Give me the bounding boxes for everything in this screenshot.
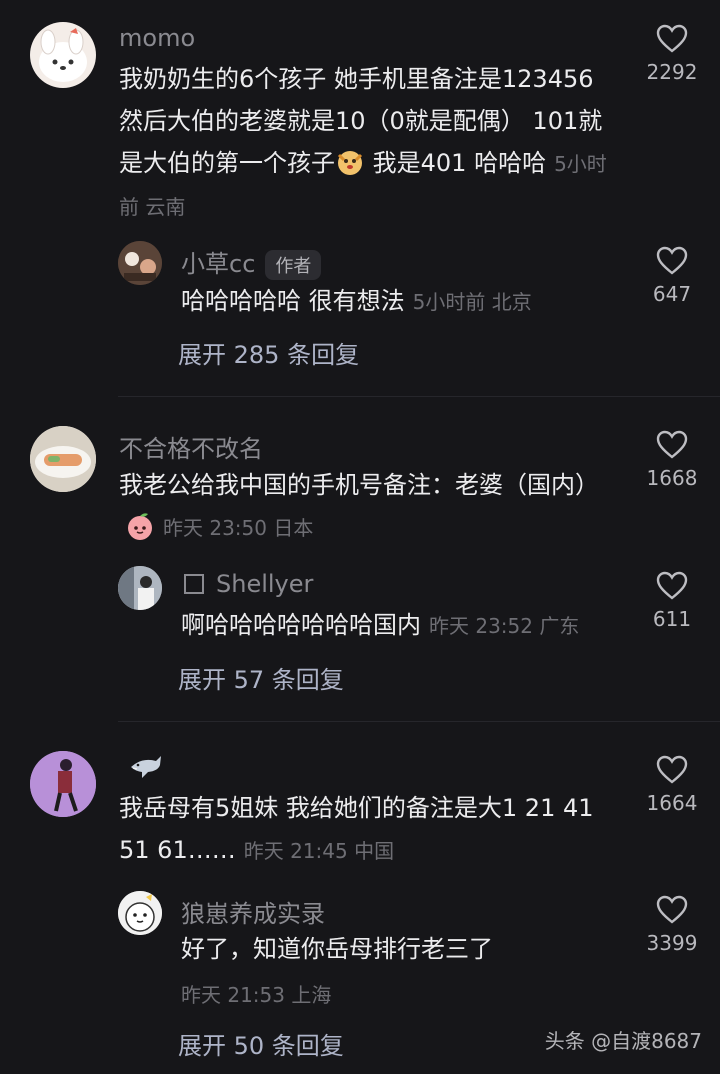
checkbox-icon	[184, 574, 204, 594]
reply-text: 啊哈哈哈哈哈哈哈国内 昨天 23:52 广东	[181, 604, 626, 647]
reply-avatar[interactable]	[118, 241, 162, 285]
comment-body-end: 我是401 哈哈哈	[365, 149, 547, 177]
like-button[interactable]: 1664	[632, 755, 712, 815]
like-count: 1664	[646, 791, 698, 815]
shark-icon	[131, 756, 161, 778]
reply-avatar[interactable]	[118, 566, 162, 610]
reply-body: 好了，知道你岳母排行老三了	[181, 935, 493, 963]
avatar[interactable]	[30, 426, 96, 492]
comment-text: 我老公给我中国的手机号备注：老婆（国内） 昨天 23:50 日本	[119, 464, 609, 549]
comment-item: momo 我奶奶生的6个孩子 她手机里备注是123456 然后大伯的老婆就是10…	[0, 0, 720, 395]
reply-body: 哈哈哈哈哈 很有想法	[181, 287, 405, 315]
heart-icon	[656, 246, 688, 275]
comment-item: 不合格不改名 我老公给我中国的手机号备注：老婆（国内） 昨天 23:50 日本 1…	[0, 396, 720, 720]
reply-like-button[interactable]: 611	[632, 571, 712, 631]
reply-like-button[interactable]: 647	[632, 246, 712, 306]
like-button[interactable]: 1668	[632, 430, 712, 490]
reply-meta: 5小时前 北京	[412, 290, 532, 314]
comment-meta: 昨天 23:50 日本	[163, 516, 314, 540]
reply-meta: 昨天 23:52 广东	[429, 614, 580, 638]
commenter-name[interactable]: momo	[119, 24, 195, 52]
comment-meta: 昨天 21:45 中国	[243, 839, 395, 863]
heart-icon	[656, 895, 688, 924]
reply-name[interactable]: 小草cc 作者	[181, 244, 322, 280]
puppy-face-emoji-icon	[335, 147, 365, 177]
reply-name-text: Shellyer	[216, 570, 314, 598]
reply-text: 哈哈哈哈哈 很有想法 5小时前 北京	[181, 280, 621, 323]
like-button[interactable]: 2292	[632, 24, 712, 84]
expand-replies-button[interactable]: 展开 57 条回复	[178, 660, 344, 695]
like-count: 2292	[646, 60, 698, 84]
like-count: 647	[652, 282, 692, 306]
reply-name[interactable]: Shellyer	[184, 570, 313, 598]
reply-body: 啊哈哈哈哈哈哈哈国内	[181, 611, 421, 639]
watermark: 头条 @自渡8687	[544, 1029, 702, 1053]
comment-body: 我老公给我中国的手机号备注：老婆（国内）	[119, 471, 599, 499]
avatar[interactable]	[30, 751, 96, 817]
like-count: 1668	[646, 466, 698, 490]
comment-text: 我岳母有5姐妹 我给她们的备注是大1 21 41 51 61…… 昨天 21:45…	[119, 787, 609, 872]
reply-meta: 昨天 21:53 上海	[181, 983, 332, 1007]
commenter-name[interactable]	[128, 747, 164, 789]
author-badge: 作者	[265, 250, 322, 280]
comment-text: 我奶奶生的6个孩子 她手机里备注是123456 然后大伯的老婆就是10（0就是配…	[119, 58, 609, 228]
reply-like-button[interactable]: 3399	[632, 895, 712, 955]
commenter-name[interactable]: 不合格不改名	[119, 429, 263, 464]
heart-icon	[656, 24, 688, 53]
reply-name[interactable]: 狼崽养成实录	[181, 894, 325, 929]
like-count: 3399	[646, 931, 698, 955]
heart-icon	[656, 430, 688, 459]
like-count: 611	[652, 607, 692, 631]
reply-name-text: 小草cc	[181, 250, 256, 278]
heart-icon	[656, 755, 688, 784]
heart-icon	[656, 571, 688, 600]
comment-item: 我岳母有5姐妹 我给她们的备注是大1 21 41 51 61…… 昨天 21:45…	[0, 721, 720, 1074]
avatar[interactable]	[30, 22, 96, 88]
reply-avatar[interactable]	[118, 891, 162, 935]
expand-replies-button[interactable]: 展开 285 条回复	[178, 335, 359, 370]
expand-replies-button[interactable]: 展开 50 条回复	[178, 1026, 344, 1061]
peach-face-emoji-icon	[125, 511, 155, 541]
